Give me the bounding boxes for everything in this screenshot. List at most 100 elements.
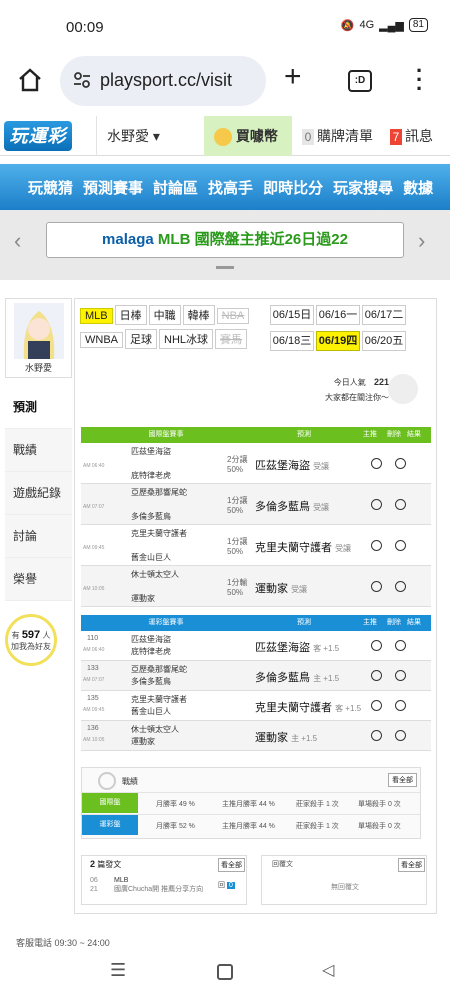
delete-radio[interactable] <box>395 670 406 681</box>
browser-toolbar: playsport.cc/visit + :D · · · <box>0 52 450 112</box>
pick-cell[interactable]: 多倫多藍鳥 受讓 <box>255 498 329 514</box>
tab-switcher-button[interactable]: :D <box>348 70 372 92</box>
post-item[interactable]: MLB 國廣Chucha開 推薦分享方向 <box>114 876 204 894</box>
pick-cell[interactable]: 運動家 受讓 <box>255 580 307 596</box>
home-icon[interactable] <box>16 66 44 94</box>
message-label: 訊息 <box>405 128 433 144</box>
profile-card[interactable]: 水野愛 <box>5 298 72 378</box>
cart-button[interactable]: 0 購牌清單 <box>298 116 380 156</box>
user-menu[interactable]: 水野愛 ▾ <box>96 116 202 156</box>
handicap-pct: 50% <box>227 465 244 474</box>
address-bar[interactable]: playsport.cc/visit <box>60 56 266 106</box>
pick-cell[interactable]: 運動家 主 +1.5 <box>255 729 317 745</box>
post-league: MLB <box>114 877 129 884</box>
league-7[interactable]: NHL冰球 <box>159 329 214 349</box>
record-more-button[interactable]: 看全部 <box>388 773 417 787</box>
row-time: AM 10:05 <box>83 586 105 592</box>
league-4[interactable]: NBA <box>216 308 250 324</box>
nav-item-4[interactable]: 即時比分 <box>263 177 323 198</box>
nav-item-5[interactable]: 玩家搜尋 <box>333 177 393 198</box>
marquee-text[interactable]: malaga MLB 國際盤主推近26日過22 <box>46 222 404 258</box>
mute-icon: 🔕 <box>340 19 355 32</box>
sidebar-tab-1[interactable]: 戰績 <box>5 429 72 472</box>
page-indicator <box>216 266 234 269</box>
sidebar-tab-4[interactable]: 榮譽 <box>5 558 72 601</box>
main-pick-radio[interactable] <box>371 640 382 651</box>
league-3[interactable]: 韓棒 <box>182 305 215 325</box>
nav-item-2[interactable]: 討論區 <box>153 177 198 198</box>
delete-radio[interactable] <box>395 458 406 469</box>
row-time: AM 07:07 <box>83 677 105 683</box>
intl-col-delete: 刪除 <box>387 431 401 438</box>
pick-tag: 受讓 <box>291 585 308 594</box>
handicap-pct: 50% <box>227 588 244 597</box>
delete-radio[interactable] <box>395 499 406 510</box>
site-logo[interactable]: 玩運彩 <box>4 121 72 151</box>
message-button[interactable]: 7 訊息 <box>386 116 446 156</box>
team-home: 舊金山巨人 <box>131 707 171 716</box>
league-2[interactable]: 中職 <box>148 305 181 325</box>
intl-col-pick: 預測 <box>297 431 311 438</box>
main-pick-radio[interactable] <box>371 700 382 711</box>
league-0[interactable]: MLB <box>80 308 113 324</box>
pick-tag: 客 +1.5 <box>313 644 340 653</box>
league-8[interactable]: 賽馬 <box>215 329 248 349</box>
date-3[interactable]: 06/18三 <box>270 331 314 351</box>
date-1[interactable]: 06/16一 <box>316 305 360 325</box>
chevron-left-icon[interactable]: ‹ <box>14 228 21 254</box>
main-pick-radio[interactable] <box>371 730 382 741</box>
date-5[interactable]: 06/20五 <box>362 331 406 351</box>
friend-bulb[interactable]: 有 597 人加我為好友 <box>5 614 57 666</box>
sidebar-tab-0[interactable]: 預測 <box>5 386 72 429</box>
recent-apps-icon[interactable]: ☰ <box>110 960 126 981</box>
posts-panel: 2 篇發文 看全部 06 21 MLB 國廣Chucha開 推薦分享方向 回 0 <box>81 855 247 905</box>
menu-icon[interactable]: · · · <box>416 60 423 100</box>
main-pick-radio[interactable] <box>371 581 382 592</box>
delete-radio[interactable] <box>395 700 406 711</box>
date-4[interactable]: 06/19四 <box>316 331 360 351</box>
date-2[interactable]: 06/17二 <box>362 305 406 325</box>
league-1[interactable]: 日棒 <box>114 305 147 325</box>
date-0[interactable]: 06/15日 <box>270 305 314 325</box>
site-settings-icon[interactable] <box>72 70 92 90</box>
nav-item-3[interactable]: 找高手 <box>208 177 253 198</box>
sidebar-tab-2[interactable]: 遊戲紀錄 <box>5 472 72 515</box>
delete-radio[interactable] <box>395 640 406 651</box>
row-time: AM 09:45 <box>83 545 105 551</box>
back-nav-icon[interactable]: ◁ <box>322 960 334 980</box>
posts-more-button[interactable]: 看全部 <box>218 858 245 872</box>
main-pick-radio[interactable] <box>371 540 382 551</box>
nav-item-6[interactable]: 數據 <box>403 177 433 198</box>
pick-cell[interactable]: 匹茲堡海盜 受讓 <box>255 457 329 473</box>
buy-coin-button[interactable]: 買噱幣 <box>204 116 292 156</box>
league-6[interactable]: 足球 <box>125 329 157 349</box>
pick-tag: 受讓 <box>313 503 330 512</box>
pick-cell[interactable]: 克里夫蘭守護者 客 +1.5 <box>255 699 361 715</box>
delete-radio[interactable] <box>395 581 406 592</box>
home-nav-icon[interactable] <box>217 964 233 980</box>
main-pick-radio[interactable] <box>371 458 382 469</box>
main-pick-radio[interactable] <box>371 670 382 681</box>
sidebar-tab-3[interactable]: 討論 <box>5 515 72 558</box>
delete-radio[interactable] <box>395 540 406 551</box>
delete-radio[interactable] <box>395 730 406 741</box>
new-tab-icon[interactable]: + <box>284 60 302 94</box>
signal-bars-icon: ▂▄▆ <box>379 19 404 32</box>
row-time: AM 06:40 <box>83 647 105 653</box>
chevron-right-icon[interactable]: › <box>418 228 425 254</box>
post-day: 21 <box>90 886 98 893</box>
main-pick-radio[interactable] <box>371 499 382 510</box>
pick-cell[interactable]: 克里夫蘭守護者 受讓 <box>255 539 351 555</box>
record-type: 運彩盤 <box>82 815 138 835</box>
nav-item-1[interactable]: 預測賽事 <box>83 177 143 198</box>
table-row: 110 AM 06:40 匹茲堡海盜 底特律老虎 匹茲堡海盜 客 +1.5 <box>81 631 431 661</box>
replies-more-button[interactable]: 看全部 <box>398 858 425 872</box>
date-value: 06/19 <box>318 335 347 347</box>
table-row: 136 AM 10:05 休士頓太空人 運動家 運動家 主 +1.5 <box>81 721 431 751</box>
pick-cell[interactable]: 匹茲堡海盜 客 +1.5 <box>255 639 339 655</box>
intl-col-result: 結果 <box>407 431 421 438</box>
nav-item-0[interactable]: 玩競猜 <box>28 177 73 198</box>
pick-cell[interactable]: 多倫多藍鳥 主 +1.5 <box>255 669 339 685</box>
league-5[interactable]: WNBA <box>80 332 123 348</box>
date-picker: 06/15日 06/16一 06/17二 06/18三 06/19四 06/20五 <box>270 303 422 355</box>
